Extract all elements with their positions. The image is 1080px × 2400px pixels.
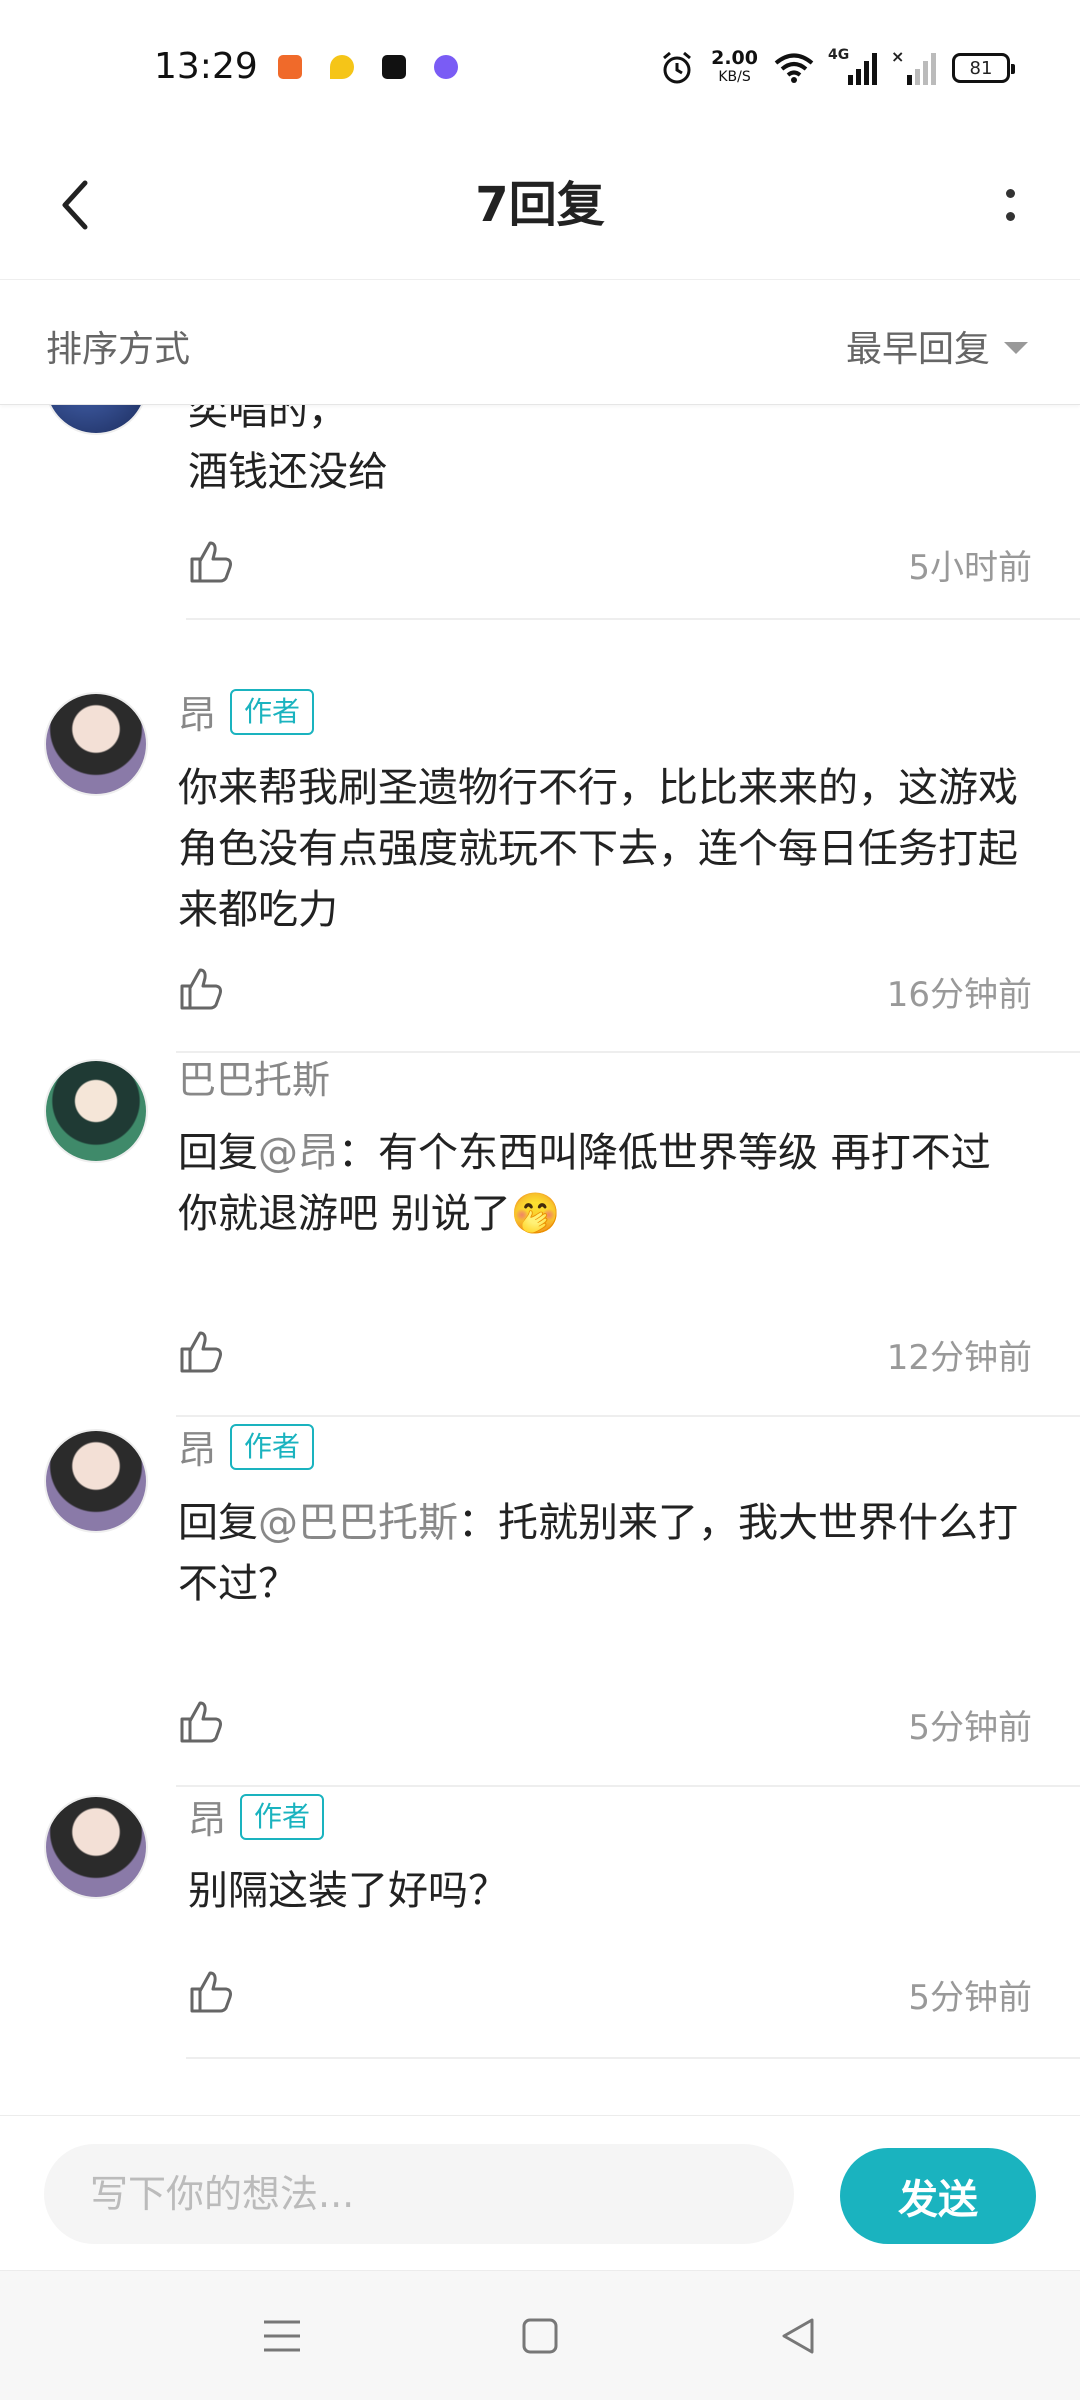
net-speed: 2.00 KB/S (711, 47, 758, 86)
thumbs-up-icon[interactable] (186, 1967, 236, 2017)
menu-button[interactable] (252, 2306, 312, 2366)
comment-text: 你来帮我刷圣遗物行不行，比比来来的，这游戏角色没有点强度就玩不下去，连个每日任务… (178, 765, 1018, 933)
home-icon (522, 2318, 558, 2354)
page-header: 7回复 (0, 135, 1080, 280)
signal-icon: 4G (828, 47, 877, 85)
more-dot-icon (1005, 212, 1015, 221)
comment-input[interactable] (44, 2144, 794, 2244)
comment-item: 昂 作者 别隔这装了好吗？ 5分钟前 (0, 1793, 1080, 2095)
thumbs-up-icon[interactable] (176, 1327, 226, 1377)
thumbs-up-icon[interactable] (186, 537, 236, 587)
comment-item: 昂 作者 你来帮我刷圣遗物行不行，比比来来的，这游戏角色没有点强度就玩不下去，连… (0, 620, 1080, 1053)
status-time: 13:29 (154, 46, 258, 87)
menu-icon (264, 2320, 300, 2352)
system-nav-bar (0, 2270, 1080, 2400)
thumbs-up-icon[interactable] (176, 1697, 226, 1747)
comment-time: 5分钟前 (908, 1978, 1032, 2018)
user-name[interactable]: 昂 (178, 684, 216, 739)
avatar[interactable] (44, 1429, 148, 1533)
sort-bar: 排序方式 最早回复 (0, 280, 1080, 405)
comment-text: 别隔这装了好吗？ (188, 1868, 508, 1914)
comment-item: 奕唱的， 酒钱还没给 5小时前 (0, 405, 1080, 620)
sort-label: 排序方式 (46, 329, 191, 370)
send-button[interactable]: 发送 (840, 2148, 1036, 2244)
user-name[interactable]: 巴巴托斯 (178, 1049, 330, 1104)
mention-link[interactable]: @巴巴托斯 (258, 1500, 458, 1546)
battery-icon: 81 (952, 53, 1015, 83)
sort-value: 最早回复 (845, 329, 990, 370)
more-options-button[interactable] (980, 165, 1040, 245)
wifi-icon (774, 53, 814, 83)
author-badge: 作者 (230, 1423, 315, 1470)
comment-time: 12分钟前 (886, 1338, 1032, 1378)
thumbs-up-icon[interactable] (176, 964, 226, 1014)
app-notification-icon (278, 55, 302, 79)
mention-link[interactable]: @昂 (258, 1130, 338, 1176)
app-notification-icon (330, 55, 354, 79)
avatar[interactable] (44, 1059, 148, 1163)
app-notification-icon (382, 55, 406, 79)
comment-time: 16分钟前 (886, 975, 1032, 1015)
back-nav-button[interactable] (768, 2306, 828, 2366)
page-title: 7回复 (475, 177, 605, 233)
avatar[interactable] (44, 692, 148, 796)
signal-empty-icon: × (891, 47, 936, 85)
author-badge: 作者 (240, 1793, 325, 1840)
author-badge: 作者 (230, 688, 315, 735)
comment-list[interactable]: 奕唱的， 酒钱还没给 5小时前 昂 作者 你来帮我刷圣遗物行不行，比比来来的，这… (0, 405, 1080, 2115)
comment-text: 回复@昂：有个东西叫降低世界等级 再打不过你就退游吧 别说了🤭 (178, 1130, 991, 1237)
comment-time: 5小时前 (908, 548, 1032, 588)
app-notification-icon (434, 55, 458, 79)
divider (186, 2057, 1080, 2059)
divider (176, 1785, 1080, 1787)
alarm-icon (663, 51, 692, 84)
status-bar: 13:29 2.00 KB/S 4G × 81 (0, 0, 1080, 135)
user-name[interactable]: 昂 (188, 1789, 226, 1844)
back-icon (782, 2318, 814, 2354)
comment-time: 5分钟前 (908, 1708, 1032, 1748)
sort-dropdown[interactable]: 最早回复 (846, 320, 1028, 372)
more-dot-icon (1005, 189, 1015, 198)
comment-item: 巴巴托斯 回复@昂：有个东西叫降低世界等级 再打不过你就退游吧 别说了🤭 12分… (0, 1055, 1080, 1425)
comment-item: 昂 作者 回复@巴巴托斯：托就别来了，我大世界什么打不过？ 5分钟前 (0, 1423, 1080, 1795)
user-name[interactable]: 昂 (178, 1419, 216, 1474)
comment-text: 奕唱的， 酒钱还没给 (188, 405, 388, 495)
comment-input-bar: 发送 (0, 2115, 1080, 2270)
avatar[interactable] (44, 405, 148, 435)
avatar[interactable] (44, 1795, 148, 1899)
divider (176, 1415, 1080, 1417)
home-button[interactable] (510, 2306, 570, 2366)
caret-down-icon (1004, 342, 1028, 354)
comment-text: 回复@巴巴托斯：托就别来了，我大世界什么打不过？ (178, 1500, 1018, 1607)
